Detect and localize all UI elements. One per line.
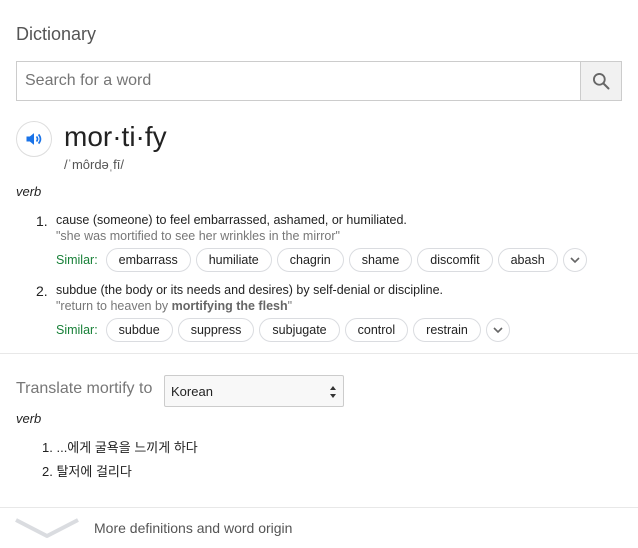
divider <box>0 353 638 354</box>
similar-chip[interactable]: suppress <box>177 318 255 342</box>
sense-definition: cause (someone) to feel embarrassed, ash… <box>56 213 407 227</box>
more-definitions-link[interactable]: More definitions and word origin <box>94 520 292 536</box>
similar-chip[interactable]: humiliate <box>195 248 272 272</box>
translation-item: 1. ...에게 굴욕을 느끼게 하다 <box>42 440 198 455</box>
similar-chip[interactable]: subjugate <box>259 318 340 342</box>
selected-language: Korean <box>171 383 213 399</box>
similar-chip[interactable]: embarrass <box>105 248 191 272</box>
translate-label: Translate mortify to <box>16 380 153 397</box>
speaker-icon <box>26 133 42 145</box>
dictionary-title: Dictionary <box>16 24 97 44</box>
similar-chip[interactable]: restrain <box>413 318 481 342</box>
expand-chevron-icon[interactable] <box>14 516 80 540</box>
translate-part-of-speech: verb <box>16 411 42 426</box>
language-select[interactable]: Korean <box>164 375 344 407</box>
similar-chip[interactable]: abash <box>497 248 558 272</box>
similar-row: Similar: embarrass humiliate chagrin sha… <box>56 248 587 272</box>
chevron-down-icon <box>493 327 503 334</box>
similar-chip[interactable]: subdue <box>105 318 173 342</box>
search-box <box>16 61 622 101</box>
chevron-down-icon <box>570 257 580 264</box>
headword: mor·ti·fy <box>64 121 167 152</box>
sense-example: "she was mortified to see her wrinkles i… <box>56 229 340 243</box>
expand-similar-button[interactable] <box>485 318 510 342</box>
select-arrows-icon <box>330 386 336 398</box>
search-icon <box>593 73 610 90</box>
divider <box>0 507 638 508</box>
expand-similar-button[interactable] <box>562 248 587 272</box>
sense-number: 1. <box>36 213 48 229</box>
search-input[interactable] <box>17 62 580 100</box>
sense-definition: subdue (the body or its needs and desire… <box>56 283 444 297</box>
similar-chip[interactable]: shame <box>348 248 413 272</box>
translation-item: 2. 탈저에 걸리다 <box>42 464 132 479</box>
search-button[interactable] <box>580 62 621 100</box>
pronounce-button[interactable] <box>16 121 52 157</box>
similar-chip[interactable]: discomfit <box>417 248 493 272</box>
part-of-speech: verb <box>16 184 42 199</box>
pronunciation: /ˈmôrdəˌfī/ <box>64 157 124 172</box>
similar-row: Similar: subdue suppress subjugate contr… <box>56 318 510 342</box>
sense-example: "return to heaven by mortifying the fles… <box>56 299 293 313</box>
similar-chip[interactable]: chagrin <box>276 248 344 272</box>
similar-label: Similar: <box>56 253 98 267</box>
similar-label: Similar: <box>56 323 98 337</box>
similar-chip[interactable]: control <box>344 318 409 342</box>
sense-number: 2. <box>36 283 48 299</box>
